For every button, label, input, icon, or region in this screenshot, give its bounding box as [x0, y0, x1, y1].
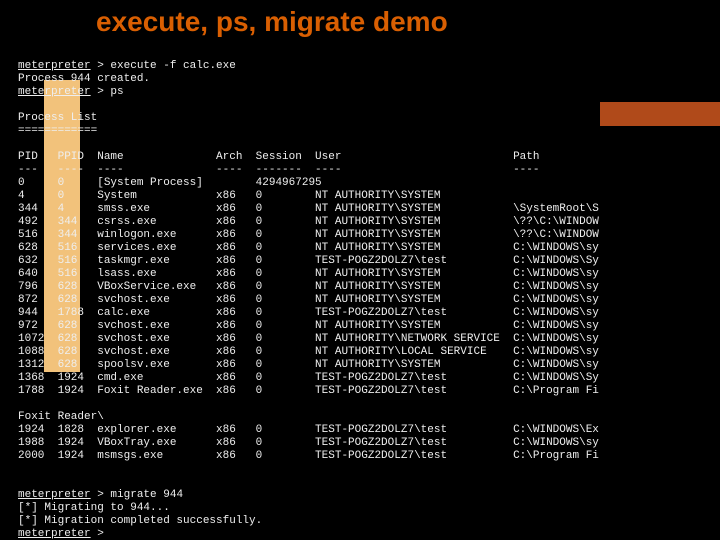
section-underline: ============ [18, 125, 97, 137]
output-line: [*] Migrating to 944... [18, 502, 170, 514]
output-line: Process 944 created. [18, 73, 150, 85]
slide-title: execute, ps, migrate demo [96, 6, 448, 38]
output-line: Foxit Reader\ [18, 411, 104, 423]
process-table: PID PPID Name Arch Session User Path ---… [18, 151, 720, 398]
prompt: meterpreter [18, 489, 91, 501]
terminal-output: meterpreter > execute -f calc.exe Proces… [18, 60, 720, 540]
prompt-cmd: > [91, 528, 111, 540]
prompt: meterpreter [18, 60, 91, 72]
section-header: Process List [18, 112, 97, 124]
process-table-extra: 1924 1828 explorer.exe x86 0 TEST-POGZ2D… [18, 424, 720, 463]
prompt: meterpreter [18, 86, 91, 98]
prompt-cmd: > ps [91, 86, 124, 98]
prompt: meterpreter [18, 528, 91, 540]
output-line: [*] Migration completed successfully. [18, 515, 262, 527]
prompt-cmd: > migrate 944 [91, 489, 183, 501]
prompt-cmd: > execute -f calc.exe [91, 60, 236, 72]
